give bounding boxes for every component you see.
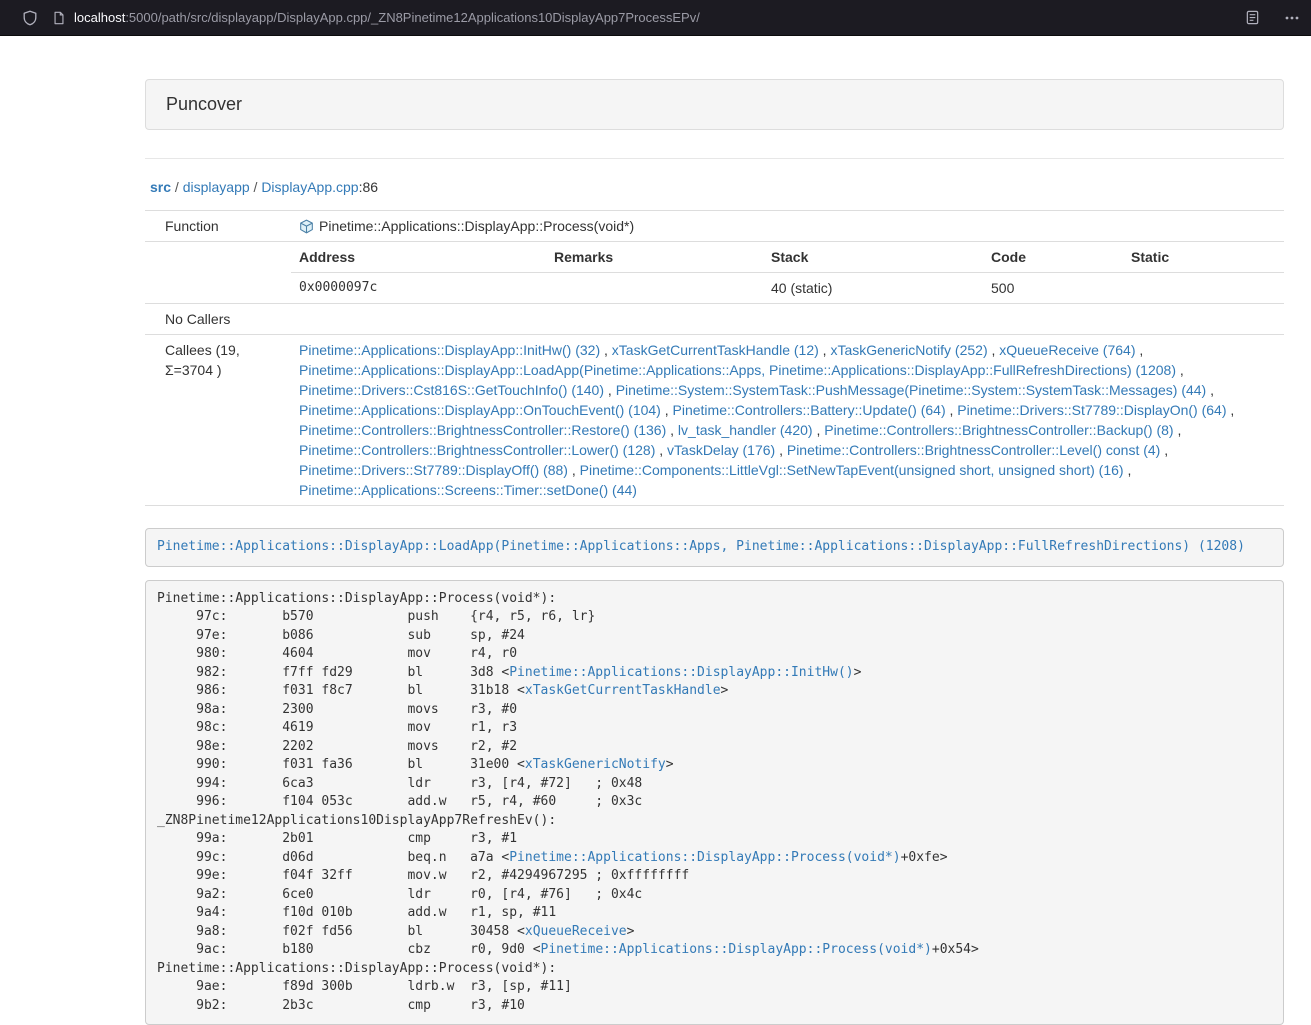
callee-link[interactable]: Pinetime::Controllers::BrightnessControl… bbox=[787, 442, 1160, 458]
asm-symbol-link[interactable]: Pinetime::Applications::DisplayApp::Proc… bbox=[541, 942, 932, 957]
url-path: :5000/path/src/displayapp/DisplayApp.cpp… bbox=[125, 10, 700, 25]
asm-symbol-link[interactable]: xQueueReceive bbox=[525, 924, 627, 939]
callees-label: Callees (19, Σ=3704 ) bbox=[145, 335, 291, 506]
callee-link[interactable]: Pinetime::Applications::DisplayApp::Load… bbox=[299, 362, 1176, 378]
callee-separator: , bbox=[604, 382, 616, 398]
callers-cell bbox=[291, 304, 1284, 335]
url-bar[interactable]: localhost:5000/path/src/displayapp/Displ… bbox=[52, 10, 1245, 25]
callee-separator: , bbox=[661, 402, 673, 418]
column-header-address: Address bbox=[291, 242, 546, 273]
callee-link[interactable]: Pinetime::Drivers::Cst816S::GetTouchInfo… bbox=[299, 382, 604, 398]
divider bbox=[145, 158, 1284, 159]
callee-link[interactable]: Pinetime::Applications::DisplayApp::OnTo… bbox=[299, 402, 661, 418]
column-header-code: Code bbox=[983, 242, 1123, 273]
function-label: Function bbox=[145, 211, 291, 242]
callee-link[interactable]: Pinetime::Applications::DisplayApp::Init… bbox=[299, 342, 600, 358]
callee-separator: , bbox=[1160, 442, 1168, 458]
snippet-block: Pinetime::Applications::DisplayApp::Load… bbox=[145, 528, 1284, 567]
callee-link[interactable]: xQueueReceive (764) bbox=[999, 342, 1135, 358]
callee-link[interactable]: Pinetime::Applications::Screens::Timer::… bbox=[299, 482, 637, 498]
static-value bbox=[1123, 273, 1284, 304]
asm-symbol-link[interactable]: xTaskGenericNotify bbox=[525, 757, 666, 772]
callee-separator: , bbox=[1135, 342, 1143, 358]
reader-mode-icon[interactable] bbox=[1245, 10, 1260, 25]
callees-list: Pinetime::Applications::DisplayApp::Init… bbox=[291, 335, 1284, 506]
page-info-icon[interactable] bbox=[52, 11, 66, 25]
code-value: 500 bbox=[983, 273, 1123, 304]
callee-link[interactable]: lv_task_handler (420) bbox=[678, 422, 813, 438]
details-table: Address Remarks Stack Code Static 0x0000… bbox=[291, 242, 1284, 303]
snippet-link[interactable]: Pinetime::Applications::DisplayApp::Load… bbox=[157, 539, 1245, 554]
callee-separator: , bbox=[946, 402, 958, 418]
symbol-table: Function Pinetime::Applications::Display… bbox=[145, 210, 1284, 506]
asm-symbol-link[interactable]: xTaskGetCurrentTaskHandle bbox=[525, 683, 721, 698]
page-title: Puncover bbox=[146, 80, 1283, 129]
callee-separator: , bbox=[1206, 382, 1214, 398]
column-header-stack: Stack bbox=[763, 242, 983, 273]
callee-link[interactable]: vTaskDelay (176) bbox=[667, 442, 775, 458]
callee-link[interactable]: Pinetime::Components::LittleVgl::SetNewT… bbox=[580, 462, 1124, 478]
breadcrumb-separator: / bbox=[171, 179, 183, 195]
breadcrumb-separator: / bbox=[250, 179, 262, 195]
details-cell: Address Remarks Stack Code Static 0x0000… bbox=[291, 242, 1284, 304]
url-domain: localhost bbox=[74, 10, 125, 25]
callee-link[interactable]: Pinetime::Drivers::St7789::DisplayOn() (… bbox=[957, 402, 1226, 418]
no-callers-label: No Callers bbox=[145, 304, 291, 335]
callee-link[interactable]: xTaskGenericNotify (252) bbox=[830, 342, 987, 358]
asm-symbol-link[interactable]: Pinetime::Applications::DisplayApp::Init… bbox=[509, 665, 853, 680]
details-value-row: 0x0000097c 40 (static) 500 bbox=[291, 273, 1284, 304]
callee-separator: , bbox=[813, 422, 825, 438]
callee-link[interactable]: Pinetime::Controllers::BrightnessControl… bbox=[299, 422, 666, 438]
callee-separator: , bbox=[1227, 402, 1235, 418]
details-row: Address Remarks Stack Code Static 0x0000… bbox=[145, 242, 1284, 304]
cube-icon bbox=[299, 216, 314, 236]
callee-separator: , bbox=[988, 342, 1000, 358]
callee-link[interactable]: Pinetime::Controllers::Battery::Update()… bbox=[673, 402, 946, 418]
callee-link[interactable]: Pinetime::Controllers::BrightnessControl… bbox=[824, 422, 1173, 438]
app-header-panel: Puncover bbox=[145, 79, 1284, 130]
callee-separator: , bbox=[1124, 462, 1132, 478]
breadcrumb: src / displayapp / DisplayApp.cpp:86 bbox=[145, 177, 1284, 197]
shield-icon[interactable] bbox=[22, 10, 38, 26]
details-row-spacer bbox=[145, 242, 291, 304]
details-header-row: Address Remarks Stack Code Static bbox=[291, 242, 1284, 273]
overflow-menu-icon[interactable] bbox=[1284, 10, 1300, 26]
callee-separator: , bbox=[775, 442, 787, 458]
callee-link[interactable]: Pinetime::Controllers::BrightnessControl… bbox=[299, 442, 655, 458]
browser-toolbar: localhost:5000/path/src/displayapp/Displ… bbox=[0, 0, 1311, 36]
main-content: Puncover src / displayapp / DisplayApp.c… bbox=[145, 79, 1284, 1025]
url-text: localhost:5000/path/src/displayapp/Displ… bbox=[74, 10, 700, 25]
column-header-remarks: Remarks bbox=[546, 242, 763, 273]
assembly-code: Pinetime::Applications::DisplayApp::Proc… bbox=[145, 580, 1284, 1025]
asm-symbol-link[interactable]: Pinetime::Applications::DisplayApp::Proc… bbox=[509, 850, 900, 865]
breadcrumb-link[interactable]: displayapp bbox=[183, 179, 250, 195]
breadcrumb-link[interactable]: src bbox=[150, 179, 171, 195]
stack-value: 40 (static) bbox=[763, 273, 983, 304]
callees-row: Callees (19, Σ=3704 ) Pinetime::Applicat… bbox=[145, 335, 1284, 506]
callee-link[interactable]: xTaskGetCurrentTaskHandle (12) bbox=[612, 342, 819, 358]
remarks-value bbox=[546, 273, 763, 304]
callee-separator: , bbox=[1174, 422, 1182, 438]
callee-separator: , bbox=[655, 442, 667, 458]
callee-separator: , bbox=[568, 462, 580, 478]
callee-separator: , bbox=[1176, 362, 1184, 378]
callee-separator: , bbox=[666, 422, 678, 438]
callee-link[interactable]: Pinetime::Drivers::St7789::DisplayOff() … bbox=[299, 462, 568, 478]
address-value: 0x0000097c bbox=[291, 273, 546, 304]
breadcrumb-link[interactable]: DisplayApp.cpp bbox=[261, 179, 358, 195]
function-name-cell: Pinetime::Applications::DisplayApp::Proc… bbox=[291, 211, 1284, 242]
function-name: Pinetime::Applications::DisplayApp::Proc… bbox=[319, 218, 634, 234]
callee-link[interactable]: Pinetime::System::SystemTask::PushMessag… bbox=[616, 382, 1207, 398]
callee-separator: , bbox=[819, 342, 831, 358]
breadcrumb-line-number: :86 bbox=[359, 179, 378, 195]
column-header-static: Static bbox=[1123, 242, 1284, 273]
callers-row: No Callers bbox=[145, 304, 1284, 335]
callee-separator: , bbox=[600, 342, 612, 358]
function-row: Function Pinetime::Applications::Display… bbox=[145, 211, 1284, 242]
